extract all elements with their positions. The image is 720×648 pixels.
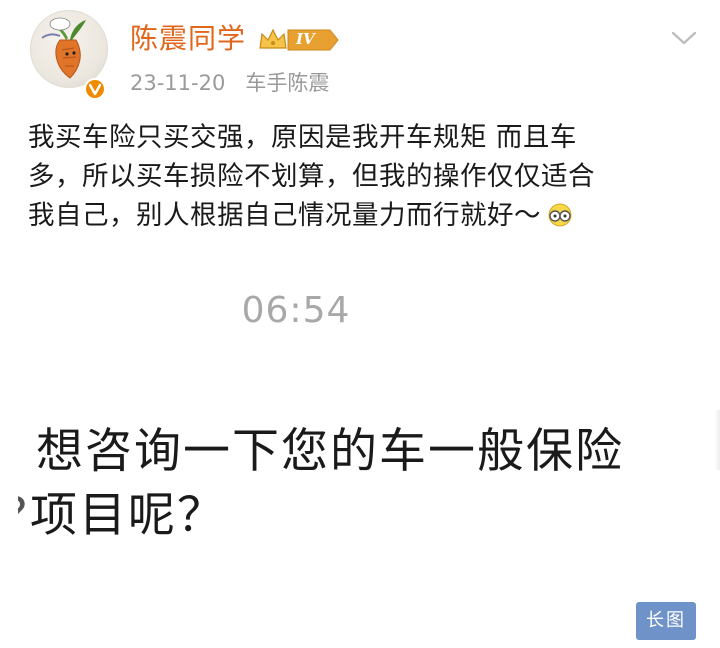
post-text: 我买车险只买交强，原因是我开车规矩 而且车 多，所以买车损险不划算，但我的操作仅… [28, 118, 696, 235]
post-text-line: 多，所以买车损险不划算，但我的操作仅仅适合 [28, 161, 595, 192]
post-date: 23-11-20 [130, 71, 226, 95]
post-meta: 23-11-20 车手陈震 [130, 68, 329, 98]
author-name[interactable]: 陈震同学 [130, 22, 246, 56]
post-text-line: 我买车险只买交强，原因是我开车规矩 而且车 [28, 122, 577, 153]
post-text-line-content: 我自己，别人根据自己情况量力而行就好～ [28, 200, 541, 231]
level-badge: IV [258, 26, 340, 54]
level-text: IV [296, 30, 315, 48]
verified-badge-icon [84, 78, 106, 100]
chat-message-line: 想咨询一下您的车一般保险 [36, 424, 624, 479]
chat-message-line-content: 项目呢？ [30, 488, 226, 543]
glasses-face-emoji-icon [545, 200, 575, 227]
post-text-line: 我自己，别人根据自己情况量力而行就好～ [28, 196, 696, 235]
chat-message-line: ?项目呢？ [18, 488, 278, 544]
chat-timestamp: 06:54 [241, 290, 351, 331]
cropped-edge [714, 410, 720, 470]
post-source: 车手陈震 [245, 71, 330, 95]
avatar[interactable] [30, 10, 108, 88]
long-image-badge[interactable]: 长图 [636, 602, 696, 640]
chevron-down-icon[interactable] [670, 28, 698, 48]
cropped-char: ? [18, 488, 30, 544]
